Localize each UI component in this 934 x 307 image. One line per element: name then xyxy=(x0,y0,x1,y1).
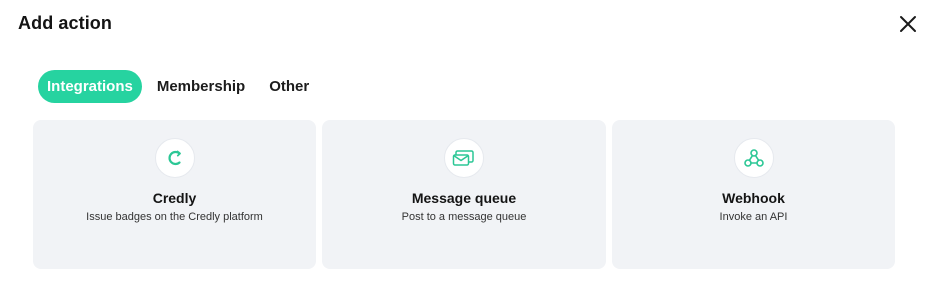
credly-icon xyxy=(154,138,195,178)
tab-integrations[interactable]: Integrations xyxy=(38,70,142,103)
action-card-credly[interactable]: Credly Issue badges on the Credly platfo… xyxy=(33,120,316,269)
tab-other[interactable]: Other xyxy=(259,70,319,103)
card-title: Credly xyxy=(152,190,197,206)
card-description: Invoke an API xyxy=(719,211,788,223)
close-button[interactable] xyxy=(896,12,920,36)
add-action-dialog: Add action Integrations Membership Other… xyxy=(0,0,934,307)
card-title: Message queue xyxy=(411,190,517,206)
close-icon xyxy=(900,16,916,32)
message-queue-icon xyxy=(444,138,484,178)
webhook-icon xyxy=(733,138,774,178)
action-cards: Credly Issue badges on the Credly platfo… xyxy=(33,120,895,270)
action-card-webhook[interactable]: Webhook Invoke an API xyxy=(612,120,895,269)
card-title: Webhook xyxy=(722,190,785,206)
card-description: Post to a message queue xyxy=(401,211,527,223)
tab-membership[interactable]: Membership xyxy=(147,70,255,103)
dialog-title: Add action xyxy=(18,13,112,33)
card-description: Issue badges on the Credly platform xyxy=(86,211,263,223)
action-card-message-queue[interactable]: Message queue Post to a message queue xyxy=(322,120,606,269)
tab-bar: Integrations Membership Other xyxy=(38,70,323,103)
